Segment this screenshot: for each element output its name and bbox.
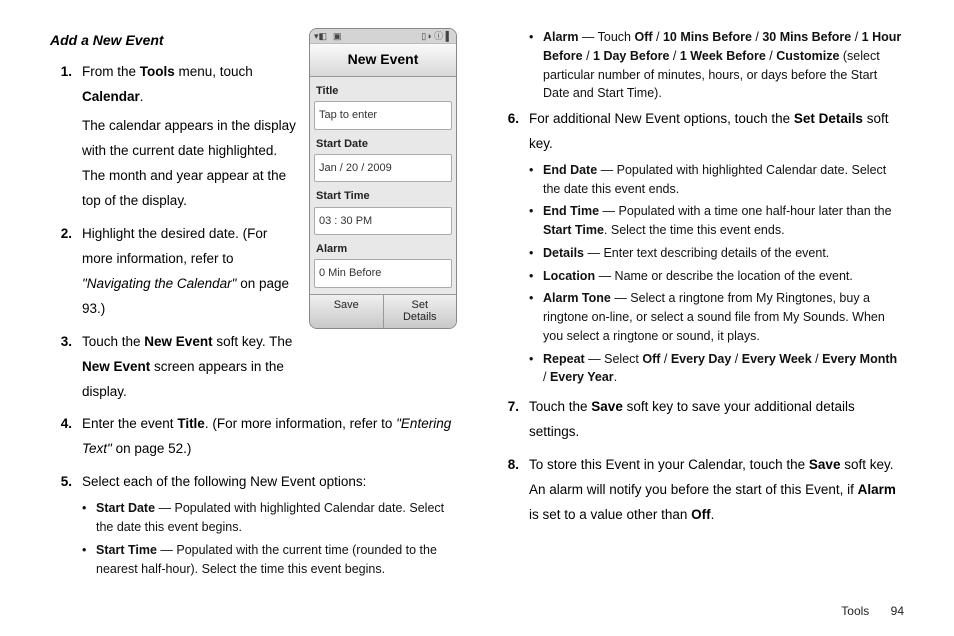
step-extra-text: The calendar appears in the display with…: [82, 114, 299, 214]
step-body: Touch the New Event soft key. The New Ev…: [82, 330, 299, 409]
battery-icon: ▣: [333, 28, 342, 44]
step-body: Enter the event Title. (For more informa…: [82, 412, 457, 466]
right-steps: 6.For additional New Event options, touc…: [497, 107, 904, 532]
step-number: 7.: [497, 395, 529, 449]
field-alarm[interactable]: 0 Min Before: [314, 259, 452, 287]
step-number: 5.: [50, 470, 82, 582]
bullet-item: •Start Date — Populated with highlighted…: [82, 499, 457, 537]
bullet-item: •End Date — Populated with highlighted C…: [529, 161, 904, 199]
footer-page-number: 94: [891, 604, 904, 618]
phone-mockup: ▾◧ ▣ ▯◑ ⓘ ▌ New Event Title Tap to enter…: [309, 28, 457, 329]
softkey-save[interactable]: Save: [310, 295, 383, 328]
step-body: From the Tools menu, touch Calendar.The …: [82, 60, 299, 218]
two-column-layout: ▾◧ ▣ ▯◑ ⓘ ▌ New Event Title Tap to enter…: [50, 28, 904, 586]
field-label-title: Title: [314, 79, 452, 101]
signal-icon: ▾◧: [314, 28, 327, 44]
bullet-item: •End Time — Populated with a time one ha…: [529, 202, 904, 240]
bullet-item: •Repeat — Select Off / Every Day / Every…: [529, 350, 904, 388]
step-number: 6.: [497, 107, 529, 391]
right-column: •Alarm — Touch Off / 10 Mins Before / 30…: [497, 28, 904, 586]
bullet-item: •Start Time — Populated with the current…: [82, 541, 457, 579]
step-number: 2.: [50, 222, 82, 326]
step-text: Touch the Save soft key to save your add…: [529, 395, 904, 445]
field-title[interactable]: Tap to enter: [314, 101, 452, 129]
step-body: To store this Event in your Calendar, to…: [529, 453, 904, 532]
step-number: 8.: [497, 453, 529, 532]
phone-form: Title Tap to enter Start Date Jan / 20 /…: [310, 77, 456, 294]
phone-status-bar: ▾◧ ▣ ▯◑ ⓘ ▌: [310, 29, 456, 43]
bullet-item: •Alarm Tone — Select a ringtone from My …: [529, 289, 904, 345]
step-text: To store this Event in your Calendar, to…: [529, 453, 904, 528]
step-body: For additional New Event options, touch …: [529, 107, 904, 391]
field-start-date[interactable]: Jan / 20 / 2009: [314, 154, 452, 182]
step-text: Select each of the following New Event o…: [82, 470, 457, 495]
list-item: 7.Touch the Save soft key to save your a…: [497, 395, 904, 449]
step-number: 3.: [50, 330, 82, 409]
right-continuation-bullets: •Alarm — Touch Off / 10 Mins Before / 30…: [529, 28, 904, 103]
field-label-start-time: Start Time: [314, 184, 452, 206]
field-start-time[interactable]: 03 : 30 PM: [314, 207, 452, 235]
phone-softkeys: Save Set Details: [310, 294, 456, 328]
list-item: 1.From the Tools menu, touch Calendar.Th…: [50, 60, 299, 218]
step-text: Enter the event Title. (For more informa…: [82, 412, 457, 462]
softkey-set-details[interactable]: Set Details: [383, 295, 457, 328]
field-label-alarm: Alarm: [314, 237, 452, 259]
field-label-start-date: Start Date: [314, 132, 452, 154]
step-text: Touch the New Event soft key. The New Ev…: [82, 330, 299, 405]
bullet-item: •Alarm — Touch Off / 10 Mins Before / 30…: [529, 28, 904, 103]
footer-section: Tools: [841, 604, 869, 618]
step-body: Select each of the following New Event o…: [82, 470, 457, 582]
step-text: From the Tools menu, touch Calendar.: [82, 60, 299, 110]
step-text: Highlight the desired date. (For more in…: [82, 222, 299, 322]
left-column: ▾◧ ▣ ▯◑ ⓘ ▌ New Event Title Tap to enter…: [50, 28, 457, 586]
step-body: Touch the Save soft key to save your add…: [529, 395, 904, 449]
step-number: 4.: [50, 412, 82, 466]
bullet-item: •Details — Enter text describing details…: [529, 244, 904, 263]
step-body: Highlight the desired date. (For more in…: [82, 222, 299, 326]
list-item: 5.Select each of the following New Event…: [50, 470, 457, 582]
bullet-item: •Location — Name or describe the locatio…: [529, 267, 904, 286]
list-item: 4.Enter the event Title. (For more infor…: [50, 412, 457, 466]
page-footer: Tools 94: [841, 600, 904, 622]
list-item: 2.Highlight the desired date. (For more …: [50, 222, 299, 326]
step-number: 1.: [50, 60, 82, 218]
list-item: 8.To store this Event in your Calendar, …: [497, 453, 904, 532]
list-item: 3.Touch the New Event soft key. The New …: [50, 330, 299, 409]
list-item: 6.For additional New Event options, touc…: [497, 107, 904, 391]
step-text: For additional New Event options, touch …: [529, 107, 904, 157]
status-icons: ▯◑ ⓘ ▌: [421, 28, 452, 44]
phone-title: New Event: [310, 43, 456, 77]
